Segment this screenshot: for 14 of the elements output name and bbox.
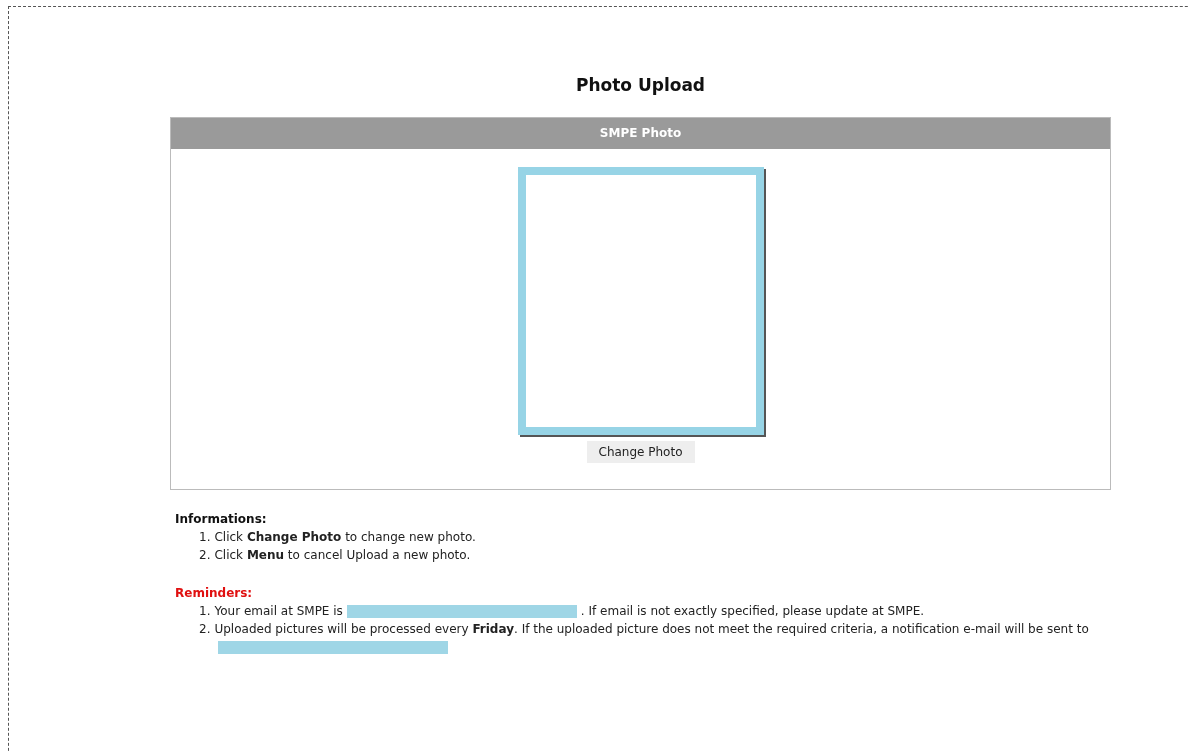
informations-heading: Informations: bbox=[175, 511, 268, 528]
list-number: 1. bbox=[199, 603, 211, 620]
change-photo-button[interactable]: Change Photo bbox=[586, 441, 695, 463]
reminder-text: Uploaded pictures will be processed every Friday. If the uploaded picture does not meet the required criteria, a notification e-mail will be sent to bbox=[214, 622, 1089, 636]
reminder-text: . If email is not exactly specified, please update at SMPE. bbox=[580, 604, 925, 618]
list-number: 1. bbox=[199, 529, 211, 546]
list-number: 2. bbox=[199, 621, 211, 638]
panel-header: SMPE Photo bbox=[171, 118, 1110, 149]
reminder-text: Your email at SMPE is bbox=[214, 604, 343, 618]
info-text: Click Menu to cancel Upload a new photo. bbox=[214, 547, 471, 564]
list-number: 2. bbox=[199, 547, 211, 564]
info-text: Click Change Photo to change new photo. bbox=[214, 529, 476, 546]
reminders-heading: Reminders: bbox=[175, 585, 254, 602]
page-title: Photo Upload bbox=[574, 74, 707, 97]
